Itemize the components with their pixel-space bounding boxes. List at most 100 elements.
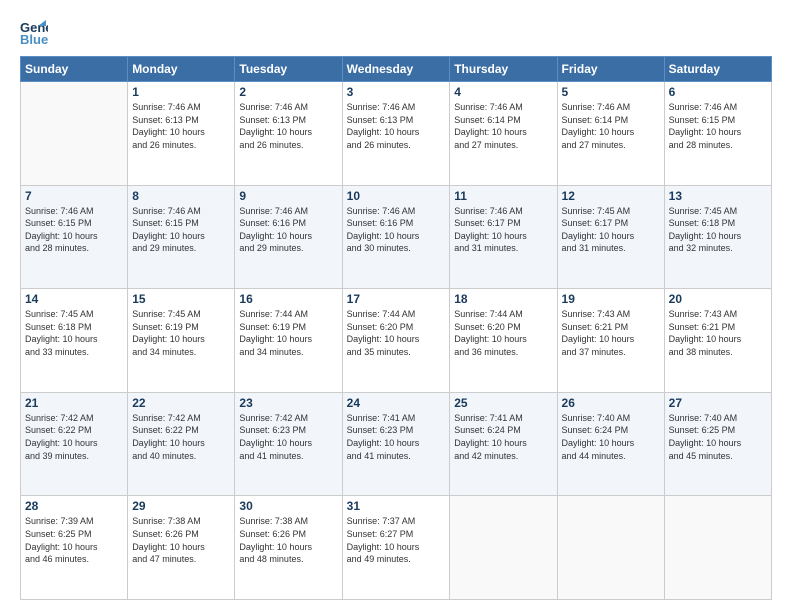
day-info: Sunrise: 7:42 AM Sunset: 6:22 PM Dayligh…	[132, 412, 230, 462]
day-cell: 5 Sunrise: 7:46 AM Sunset: 6:14 PM Daylig…	[557, 82, 664, 186]
week-row-4: 21 Sunrise: 7:42 AM Sunset: 6:22 PM Dayli…	[21, 392, 772, 496]
weekday-header-saturday: Saturday	[664, 57, 771, 82]
day-number: 30	[239, 499, 337, 513]
day-cell: 26 Sunrise: 7:40 AM Sunset: 6:24 PM Dayli…	[557, 392, 664, 496]
day-info: Sunrise: 7:45 AM Sunset: 6:18 PM Dayligh…	[669, 205, 767, 255]
day-number: 19	[562, 292, 660, 306]
day-info: Sunrise: 7:45 AM Sunset: 6:17 PM Dayligh…	[562, 205, 660, 255]
day-info: Sunrise: 7:46 AM Sunset: 6:13 PM Dayligh…	[347, 101, 446, 151]
day-cell: 28 Sunrise: 7:39 AM Sunset: 6:25 PM Dayli…	[21, 496, 128, 600]
day-number: 6	[669, 85, 767, 99]
day-number: 4	[454, 85, 552, 99]
day-info: Sunrise: 7:42 AM Sunset: 6:22 PM Dayligh…	[25, 412, 123, 462]
day-number: 20	[669, 292, 767, 306]
day-cell: 8 Sunrise: 7:46 AM Sunset: 6:15 PM Daylig…	[128, 185, 235, 289]
day-info: Sunrise: 7:39 AM Sunset: 6:25 PM Dayligh…	[25, 515, 123, 565]
day-cell: 1 Sunrise: 7:46 AM Sunset: 6:13 PM Daylig…	[128, 82, 235, 186]
day-cell: 9 Sunrise: 7:46 AM Sunset: 6:16 PM Daylig…	[235, 185, 342, 289]
day-info: Sunrise: 7:38 AM Sunset: 6:26 PM Dayligh…	[132, 515, 230, 565]
day-cell: 24Sunrise: 7:41 AM Sunset: 6:23 PM Dayli…	[342, 392, 450, 496]
day-cell: 21 Sunrise: 7:42 AM Sunset: 6:22 PM Dayli…	[21, 392, 128, 496]
day-info: Sunrise: 7:40 AM Sunset: 6:24 PM Dayligh…	[562, 412, 660, 462]
day-cell: 30 Sunrise: 7:38 AM Sunset: 6:26 PM Dayli…	[235, 496, 342, 600]
day-cell: 31 Sunrise: 7:37 AM Sunset: 6:27 PM Dayli…	[342, 496, 450, 600]
day-cell: 11Sunrise: 7:46 AM Sunset: 6:17 PM Dayli…	[450, 185, 557, 289]
day-number: 31	[347, 499, 446, 513]
weekday-header-wednesday: Wednesday	[342, 57, 450, 82]
day-info: Sunrise: 7:45 AM Sunset: 6:18 PM Dayligh…	[25, 308, 123, 358]
day-number: 21	[25, 396, 123, 410]
day-number: 29	[132, 499, 230, 513]
day-number: 28	[25, 499, 123, 513]
day-number: 5	[562, 85, 660, 99]
day-cell: 23Sunrise: 7:42 AM Sunset: 6:23 PM Dayli…	[235, 392, 342, 496]
weekday-header-thursday: Thursday	[450, 57, 557, 82]
day-info: Sunrise: 7:46 AM Sunset: 6:15 PM Dayligh…	[25, 205, 123, 255]
day-info: Sunrise: 7:44 AM Sunset: 6:20 PM Dayligh…	[347, 308, 446, 358]
day-number: 13	[669, 189, 767, 203]
week-row-5: 28 Sunrise: 7:39 AM Sunset: 6:25 PM Dayli…	[21, 496, 772, 600]
day-number: 18	[454, 292, 552, 306]
day-number: 9	[239, 189, 337, 203]
day-info: Sunrise: 7:46 AM Sunset: 6:13 PM Dayligh…	[239, 101, 337, 151]
day-info: Sunrise: 7:45 AM Sunset: 6:19 PM Dayligh…	[132, 308, 230, 358]
logo-icon: General Blue	[20, 18, 48, 46]
day-cell: 4 Sunrise: 7:46 AM Sunset: 6:14 PM Daylig…	[450, 82, 557, 186]
day-info: Sunrise: 7:46 AM Sunset: 6:13 PM Dayligh…	[132, 101, 230, 151]
day-info: Sunrise: 7:46 AM Sunset: 6:16 PM Dayligh…	[239, 205, 337, 255]
weekday-header-row: SundayMondayTuesdayWednesdayThursdayFrid…	[21, 57, 772, 82]
calendar-table: SundayMondayTuesdayWednesdayThursdayFrid…	[20, 56, 772, 600]
day-number: 27	[669, 396, 767, 410]
day-cell: 14 Sunrise: 7:45 AM Sunset: 6:18 PM Dayli…	[21, 289, 128, 393]
header: General Blue	[20, 18, 772, 46]
day-cell: 17Sunrise: 7:44 AM Sunset: 6:20 PM Dayli…	[342, 289, 450, 393]
day-cell: 10Sunrise: 7:46 AM Sunset: 6:16 PM Dayli…	[342, 185, 450, 289]
day-cell: 22 Sunrise: 7:42 AM Sunset: 6:22 PM Dayli…	[128, 392, 235, 496]
day-info: Sunrise: 7:42 AM Sunset: 6:23 PM Dayligh…	[239, 412, 337, 462]
day-cell: 20 Sunrise: 7:43 AM Sunset: 6:21 PM Dayli…	[664, 289, 771, 393]
day-cell: 3 Sunrise: 7:46 AM Sunset: 6:13 PM Daylig…	[342, 82, 450, 186]
day-info: Sunrise: 7:44 AM Sunset: 6:20 PM Dayligh…	[454, 308, 552, 358]
day-number: 15	[132, 292, 230, 306]
day-info: Sunrise: 7:44 AM Sunset: 6:19 PM Dayligh…	[239, 308, 337, 358]
day-info: Sunrise: 7:37 AM Sunset: 6:27 PM Dayligh…	[347, 515, 446, 565]
day-cell	[557, 496, 664, 600]
day-number: 12	[562, 189, 660, 203]
day-cell: 2 Sunrise: 7:46 AM Sunset: 6:13 PM Daylig…	[235, 82, 342, 186]
day-cell: 12 Sunrise: 7:45 AM Sunset: 6:17 PM Dayli…	[557, 185, 664, 289]
day-cell: 13 Sunrise: 7:45 AM Sunset: 6:18 PM Dayli…	[664, 185, 771, 289]
day-cell: 7Sunrise: 7:46 AM Sunset: 6:15 PM Daylig…	[21, 185, 128, 289]
day-info: Sunrise: 7:40 AM Sunset: 6:25 PM Dayligh…	[669, 412, 767, 462]
day-cell	[21, 82, 128, 186]
day-cell: 18 Sunrise: 7:44 AM Sunset: 6:20 PM Dayli…	[450, 289, 557, 393]
day-number: 25	[454, 396, 552, 410]
weekday-header-sunday: Sunday	[21, 57, 128, 82]
day-number: 14	[25, 292, 123, 306]
day-info: Sunrise: 7:38 AM Sunset: 6:26 PM Dayligh…	[239, 515, 337, 565]
day-cell	[450, 496, 557, 600]
day-info: Sunrise: 7:46 AM Sunset: 6:14 PM Dayligh…	[454, 101, 552, 151]
day-info: Sunrise: 7:46 AM Sunset: 6:15 PM Dayligh…	[132, 205, 230, 255]
week-row-2: 7Sunrise: 7:46 AM Sunset: 6:15 PM Daylig…	[21, 185, 772, 289]
logo: General Blue	[20, 18, 54, 46]
day-info: Sunrise: 7:41 AM Sunset: 6:24 PM Dayligh…	[454, 412, 552, 462]
day-cell: 29 Sunrise: 7:38 AM Sunset: 6:26 PM Dayli…	[128, 496, 235, 600]
day-number: 1	[132, 85, 230, 99]
day-number: 10	[347, 189, 446, 203]
day-number: 11	[454, 189, 552, 203]
day-number: 26	[562, 396, 660, 410]
weekday-header-tuesday: Tuesday	[235, 57, 342, 82]
day-cell: 15 Sunrise: 7:45 AM Sunset: 6:19 PM Dayli…	[128, 289, 235, 393]
day-info: Sunrise: 7:46 AM Sunset: 6:14 PM Dayligh…	[562, 101, 660, 151]
day-cell: 6Sunrise: 7:46 AM Sunset: 6:15 PM Daylig…	[664, 82, 771, 186]
day-number: 8	[132, 189, 230, 203]
day-number: 22	[132, 396, 230, 410]
weekday-header-friday: Friday	[557, 57, 664, 82]
day-info: Sunrise: 7:43 AM Sunset: 6:21 PM Dayligh…	[669, 308, 767, 358]
day-number: 2	[239, 85, 337, 99]
day-cell: 19Sunrise: 7:43 AM Sunset: 6:21 PM Dayli…	[557, 289, 664, 393]
day-number: 16	[239, 292, 337, 306]
day-cell	[664, 496, 771, 600]
day-cell: 16 Sunrise: 7:44 AM Sunset: 6:19 PM Dayli…	[235, 289, 342, 393]
day-number: 3	[347, 85, 446, 99]
